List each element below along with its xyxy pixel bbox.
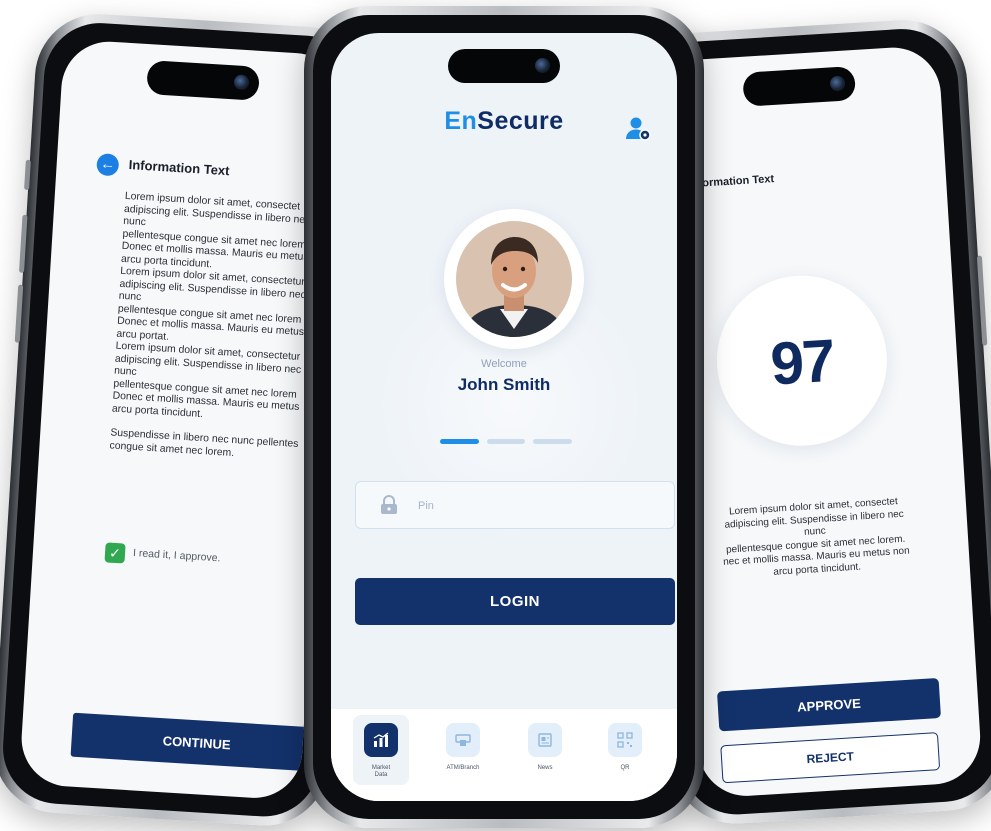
lock-icon [380,495,398,515]
camera-icon [829,75,846,92]
step-dot [533,439,572,444]
score-circle: 97 [711,270,892,451]
logo-secure: Secure [477,107,564,135]
pin-field[interactable] [355,481,675,529]
reject-button[interactable]: REJECT [720,732,941,784]
logo-en: En [444,107,478,135]
nav-label: Market Data [371,765,391,778]
login-button[interactable]: LOGIN [355,578,675,625]
welcome-text: Welcome [481,358,527,370]
nav-label: ATM/Branch [446,765,480,771]
atm-icon [446,723,480,757]
approve-button[interactable]: APPROVE [716,677,941,732]
center-phone: EnSecure Welcome John Smith LOGIN Market… [304,6,704,828]
bottom-nav: Market Data ATM/Branch News QR [331,709,677,801]
step-dot-active [440,439,479,444]
nav-label: News [537,765,553,771]
nav-item-qr[interactable]: QR [597,723,653,772]
approve-checkbox-label: I read it, I approve. [132,547,221,565]
dynamic-island [742,65,857,107]
pin-input[interactable] [416,494,660,518]
chart-icon [364,723,398,757]
user-settings-icon[interactable] [625,115,651,141]
score-value: 97 [768,326,836,398]
action-button [24,159,31,191]
approve-checkbox[interactable]: ✓ [104,542,126,564]
back-arrow-icon[interactable]: ← [96,153,120,177]
power-button [976,255,988,346]
step-dot [487,439,525,444]
phone-bezel: EnSecure Welcome John Smith LOGIN Market… [313,15,695,819]
volume-down-button [14,284,24,343]
score-description: Lorem ipsum dolor sit amet, consectet ad… [722,496,910,578]
avatar [456,221,572,337]
step-indicator [440,439,575,444]
login-screen: EnSecure Welcome John Smith LOGIN Market… [331,33,677,801]
user-name: John Smith [457,375,551,394]
dynamic-island [448,49,560,83]
information-screen: ← Information Text Lorem ipsum dolor sit… [18,38,345,801]
avatar-ring [444,209,584,349]
volume-up-button [18,214,28,273]
camera-icon [233,74,249,91]
nav-item-news[interactable]: News [517,723,573,772]
score-screen: nformation Text 97 Lorem ipsum dolor sit… [656,44,983,799]
dynamic-island [145,60,260,101]
info-title: nformation Text [691,173,775,191]
camera-icon [535,58,550,73]
nav-item-atm-branch[interactable]: ATM/Branch [435,723,491,772]
info-title: Information Text [128,157,230,179]
nav-label: QR [620,765,630,771]
nav-item-market-data[interactable]: Market Data [353,715,409,785]
qr-icon [608,723,642,757]
continue-button[interactable]: CONTINUE [70,712,323,772]
news-icon [528,723,562,757]
